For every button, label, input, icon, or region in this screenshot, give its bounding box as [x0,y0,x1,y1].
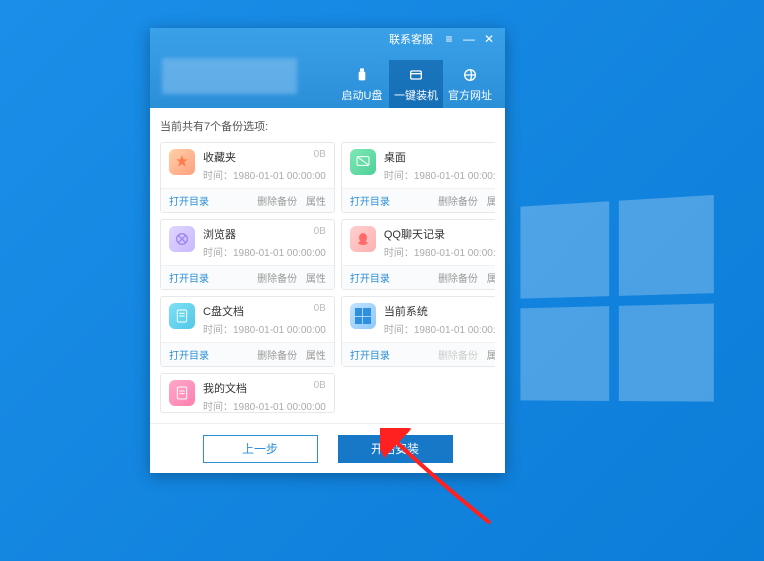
app-body: 当前共有7个备份选项: 收藏夹 0B 时间：1980-01-01 00:00:0… [150,108,505,423]
start-install-button[interactable]: 开始安装 [338,435,453,463]
browser-icon [169,226,195,252]
usb-icon [353,66,371,84]
card-size: 0B [494,226,495,242]
app-footer: 上一步 开始安装 [150,423,505,473]
card-size: 0B [494,303,495,319]
card-time: 时间：1980-01-01 00:00:00 [203,398,326,413]
backup-summary: 当前共有7个备份选项: [160,116,495,136]
properties-link[interactable]: 属性 [487,274,495,285]
card-time: 时间：1980-01-01 00:00:00 [384,167,495,182]
card-size: 0B [494,149,495,165]
card-title: 我的文档 [203,380,247,396]
close-button[interactable]: ✕ [479,31,499,47]
open-folder-link[interactable]: 打开目录 [350,347,390,362]
menu-button[interactable]: ≡ [439,31,459,47]
tab-usb-boot[interactable]: 启动U盘 [335,60,389,108]
web-icon [461,66,479,84]
card-size: 0B [314,149,326,165]
backup-card-current-system: 当前系统 0B 时间：1980-01-01 00:00:00 打开目录 删除备份… [341,296,495,367]
properties-link[interactable]: 属性 [306,274,326,285]
star-icon [169,149,195,175]
backup-card-my-documents: 我的文档 0B 时间：1980-01-01 00:00:00 [160,373,335,413]
open-folder-link[interactable]: 打开目录 [169,270,209,285]
cdisk-icon [169,303,195,329]
desktop-windows-logo [520,194,713,401]
card-time: 时间：1980-01-01 00:00:00 [203,321,326,336]
tab-label: 一键装机 [394,87,438,103]
app-window: 联系客服 ≡ — ✕ 启动U盘 一键装机 [150,28,505,473]
backup-card-qq-chat: QQ聊天记录 0B 时间：1980-01-01 00:00:00 打开目录 删除… [341,219,495,290]
card-size: 0B [314,380,326,396]
delete-backup-link[interactable]: 删除备份 [257,274,297,285]
delete-backup-link[interactable]: 删除备份 [438,197,478,208]
properties-link[interactable]: 属性 [487,351,495,362]
card-time: 时间：1980-01-01 00:00:00 [203,167,326,182]
tab-official-site[interactable]: 官方网址 [443,60,497,108]
backup-card-cdrive-docs: C盘文档 0B 时间：1980-01-01 00:00:00 打开目录 删除备份… [160,296,335,367]
qq-icon [350,226,376,252]
delete-backup-link[interactable]: 删除备份 [257,197,297,208]
card-time: 时间：1980-01-01 00:00:00 [384,244,495,259]
titlebar: 联系客服 ≡ — ✕ [150,28,505,50]
install-icon [407,66,425,84]
backup-card-browser: 浏览器 0B 时间：1980-01-01 00:00:00 打开目录 删除备份 … [160,219,335,290]
properties-link[interactable]: 属性 [487,197,495,208]
open-folder-link[interactable]: 打开目录 [169,193,209,208]
card-size: 0B [314,303,326,319]
backup-cards-grid: 收藏夹 0B 时间：1980-01-01 00:00:00 打开目录 删除备份 … [160,142,495,415]
app-header: 联系客服 ≡ — ✕ 启动U盘 一键装机 [150,28,505,108]
windows-icon [350,303,376,329]
card-title: C盘文档 [203,303,244,319]
backup-card-favorites: 收藏夹 0B 时间：1980-01-01 00:00:00 打开目录 删除备份 … [160,142,335,213]
card-size: 0B [314,226,326,242]
properties-link[interactable]: 属性 [306,351,326,362]
tab-label: 启动U盘 [342,87,383,103]
document-icon [169,380,195,406]
delete-backup-link[interactable]: 删除备份 [438,274,478,285]
card-title: 收藏夹 [203,149,236,165]
open-folder-link[interactable]: 打开目录 [350,193,390,208]
contact-support-link[interactable]: 联系客服 [389,31,433,47]
card-time: 时间：1980-01-01 00:00:00 [384,321,495,336]
minimize-button[interactable]: — [459,31,479,47]
delete-backup-link: 删除备份 [438,351,478,362]
header-tabs: 启动U盘 一键装机 官方网址 [335,60,497,108]
card-time: 时间：1980-01-01 00:00:00 [203,244,326,259]
delete-backup-link[interactable]: 删除备份 [257,351,297,362]
desktop-icon [350,149,376,175]
open-folder-link[interactable]: 打开目录 [350,270,390,285]
open-folder-link[interactable]: 打开目录 [169,347,209,362]
tab-label: 官方网址 [448,87,492,103]
card-title: QQ聊天记录 [384,226,445,242]
app-logo [162,58,297,94]
card-title: 浏览器 [203,226,236,242]
backup-card-desktop: 桌面 0B 时间：1980-01-01 00:00:00 打开目录 删除备份 属… [341,142,495,213]
prev-step-button[interactable]: 上一步 [203,435,318,463]
properties-link[interactable]: 属性 [306,197,326,208]
card-title: 桌面 [384,149,406,165]
card-title: 当前系统 [384,303,428,319]
tab-one-click-install[interactable]: 一键装机 [389,60,443,108]
